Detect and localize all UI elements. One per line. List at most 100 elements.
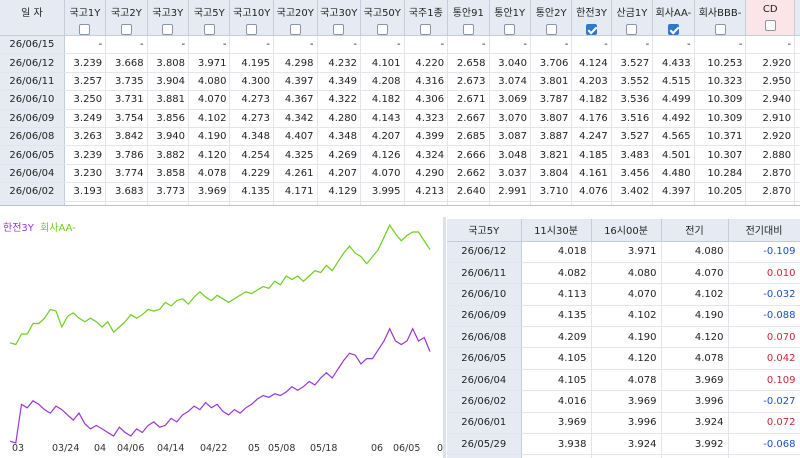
column-header: 국고5Y (188, 0, 231, 36)
table-row[interactable]: 26/06/10 4.113 4.070 4.102 -0.032 (447, 283, 800, 306)
column-checkbox[interactable] (289, 24, 301, 35)
yield-cell: 10.284 (694, 164, 747, 184)
column-checkbox[interactable] (586, 24, 598, 35)
table-row[interactable]: 26/06/11 3.257 3.735 3.904 4.080 4.300 4.397 4.… (0, 72, 800, 92)
table-row[interactable]: 26/06/02 3.193 3.683 3.773 3.969 4.135 4.171 4.… (0, 182, 800, 202)
column-checkbox[interactable] (120, 24, 132, 35)
panel-splitter[interactable] (443, 217, 446, 458)
change-cell: 0.072 (728, 412, 800, 435)
yield-cell: 4.273 (229, 109, 274, 128)
yield-cell: 2.920 (745, 53, 796, 73)
yield-cell: 4.204 (273, 201, 318, 205)
yield-cell: - (447, 35, 490, 55)
yield-cell: 3.807 (530, 109, 573, 128)
table-row[interactable]: 26/06/12 4.018 3.971 4.080 -0.109 (447, 241, 800, 263)
table-row[interactable]: 26/06/04 3.230 3.774 3.858 4.078 4.229 4.261 4.… (0, 164, 800, 184)
yield-cell: 4.367 (273, 90, 318, 110)
column-checkbox[interactable] (162, 24, 174, 35)
yield-cell: 4.269 (317, 145, 362, 165)
table-row[interactable]: 26/06/013.1973.6803.7903.9964.1244.2044.… (0, 201, 800, 205)
yield-cell: 4.261 (273, 164, 318, 184)
change-cell: 0.010 (728, 262, 800, 285)
x-tick-label: 06/05 (393, 443, 421, 454)
table-row[interactable]: 26/06/08 3.263 3.842 3.940 4.190 4.348 4.407 4.… (0, 127, 800, 147)
yield-cell: 3.774 (105, 164, 148, 184)
column-checkbox[interactable] (667, 24, 679, 35)
row-date: 26/06/10 (0, 90, 65, 110)
yield-cell: 3.050 (794, 201, 800, 205)
table-row[interactable]: 26/06/05 3.239 3.786 3.882 4.120 4.254 4.325 4.… (0, 145, 800, 165)
table-row[interactable]: 26/06/02 4.016 3.969 3.996 -0.027 (447, 390, 800, 413)
yield-cell: - (273, 35, 318, 55)
yield-cell: 4.080 (571, 201, 612, 205)
table-row[interactable]: 26/06/15------------------ (0, 35, 800, 55)
change-cell: 0.109 (728, 369, 800, 392)
yield-cell: 4.232 (317, 53, 362, 73)
row-date: 26/06/02 (0, 182, 65, 202)
column-checkbox[interactable] (246, 24, 258, 35)
yield-cell: 4.018 (521, 241, 592, 263)
yield-cell: 10.216 (694, 201, 747, 205)
x-tick-label: 03/24 (52, 443, 80, 454)
column-checkbox[interactable] (333, 24, 345, 35)
yield-cell: 4.325 (273, 145, 318, 165)
yield-cell: 2.870 (745, 182, 796, 202)
yield-cell: - (694, 35, 747, 55)
column-checkbox[interactable] (714, 24, 726, 35)
yield-cell: 4.070 (360, 164, 405, 184)
table-row[interactable]: 26/06/01 3.969 3.996 3.924 0.072 (447, 412, 800, 435)
yield-cell: 3.060 (794, 182, 800, 202)
yield-cell: 4.203 (571, 72, 612, 92)
series-line (9, 223, 431, 346)
column-checkbox[interactable] (626, 24, 638, 35)
yield-cell: 4.171 (273, 182, 318, 202)
yield-cell: 4.078 (591, 369, 662, 392)
yield-cell: 4.300 (229, 72, 274, 92)
yield-cell: 3.402 (611, 182, 654, 202)
table-row[interactable]: 26/05/29 3.938 3.924 3.992 -0.068 (447, 433, 800, 456)
yield-cell: 2.980 (489, 201, 531, 205)
table-row[interactable]: 26/06/10 3.250 3.731 3.881 4.070 4.273 4.367 4.… (0, 90, 800, 110)
table-row[interactable]: 26/06/04 4.105 4.078 3.969 0.109 (447, 369, 800, 392)
table-row[interactable]: 26/06/12 3.239 3.668 3.808 3.971 4.195 4.298 4.… (0, 53, 800, 73)
column-header-label: 통안1Y (494, 8, 526, 19)
column-header: 국고30Y (317, 0, 362, 36)
row-date: 26/06/04 (0, 164, 65, 184)
table-row[interactable]: 26/06/09 3.249 3.754 3.856 4.102 4.273 4.342 4.… (0, 109, 800, 128)
yield-cell: 3.882 (147, 145, 190, 165)
legend-item-kepco3y: 한전3Y (3, 223, 34, 234)
yield-cell: 4.120 (591, 347, 662, 370)
row-date: 26/06/02 (447, 390, 522, 413)
grid-header-row: 일 자 국고1Y 국고2Y 국고3Y 국고5Y 국고10Y 국고20Y 국고30Y 국고50Y… (0, 0, 800, 36)
yield-cell: 4.080 (188, 72, 231, 92)
intraday-column-header[interactable]: 국고5Y (447, 219, 522, 242)
yield-cell: 4.161 (571, 164, 612, 184)
table-row[interactable]: 26/06/05 4.105 4.120 4.078 0.042 (447, 347, 800, 370)
yield-cell: - (404, 35, 449, 55)
column-header-label: CP91D (795, 4, 800, 15)
x-tick-label: 04/06 (117, 443, 145, 454)
column-checkbox[interactable] (420, 24, 432, 35)
column-checkbox[interactable] (203, 24, 215, 35)
yield-cell: 4.016 (521, 390, 592, 413)
row-date: 26/06/01 (0, 201, 65, 205)
column-checkbox[interactable] (376, 24, 388, 35)
yield-cell: 3.924 (661, 412, 729, 435)
column-checkbox[interactable] (79, 24, 91, 35)
yield-cell: 2.950 (745, 72, 796, 92)
column-checkbox[interactable] (545, 24, 557, 35)
yield-cell: 4.113 (521, 283, 592, 306)
yield-cell: 4.298 (273, 53, 318, 73)
table-row[interactable]: 26/06/09 4.135 4.102 4.190 -0.088 (447, 305, 800, 328)
yield-cell: 3.263 (64, 127, 107, 147)
grid-body: 26/06/15------------------26/06/123.2393… (0, 35, 800, 205)
column-checkbox[interactable] (504, 24, 516, 35)
column-checkbox[interactable] (462, 24, 474, 35)
column-header-label: 국고10Y (233, 8, 271, 19)
yield-cell: 3.527 (611, 53, 654, 73)
column-checkbox[interactable] (764, 20, 776, 31)
yield-cell: 3.881 (147, 90, 190, 110)
table-row[interactable]: 26/06/11 4.082 4.080 4.070 0.010 (447, 262, 800, 285)
table-row[interactable]: 26/06/08 4.209 4.190 4.120 0.070 (447, 326, 800, 349)
row-date: 26/06/15 (0, 35, 65, 55)
